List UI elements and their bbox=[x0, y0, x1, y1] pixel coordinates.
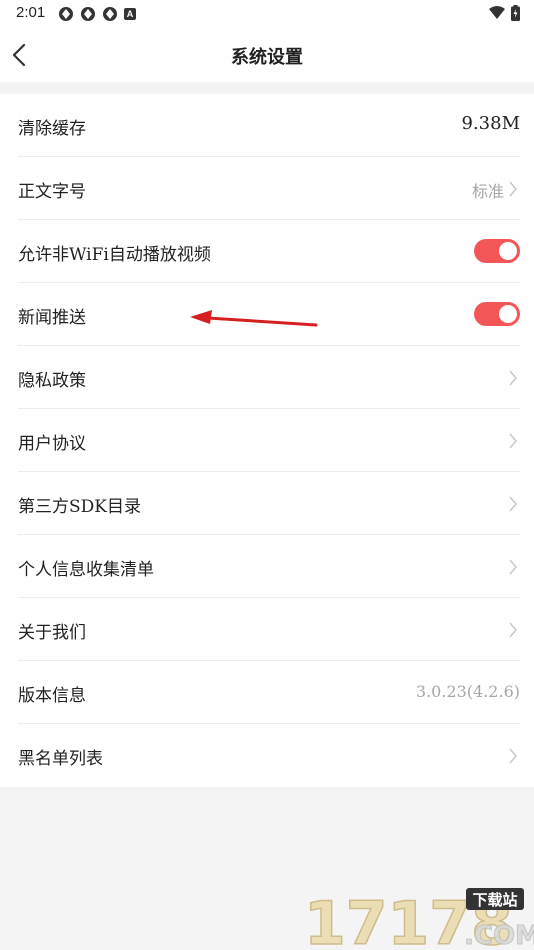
notification-app-icon bbox=[103, 7, 117, 21]
setting-about-us[interactable]: 关于我们 bbox=[18, 598, 520, 661]
watermark-badge: 下载站 bbox=[472, 891, 517, 909]
notification-app-icon bbox=[81, 7, 95, 21]
setting-personal-info-list[interactable]: 个人信息收集清单 bbox=[18, 535, 520, 598]
page-title: 系统设置 bbox=[231, 47, 303, 68]
autoplay-toggle[interactable] bbox=[474, 239, 520, 263]
setting-font-size[interactable]: 正文字号 标准 bbox=[18, 157, 520, 220]
notification-app-icon bbox=[59, 7, 73, 21]
setting-clear-cache[interactable]: 清除缓存 9.38M bbox=[18, 94, 520, 157]
setting-label: 清除缓存 bbox=[18, 119, 86, 139]
chevron-right-icon bbox=[509, 496, 517, 512]
setting-third-party-sdk[interactable]: 第三方SDK目录 bbox=[18, 472, 520, 535]
setting-autoplay-non-wifi: 允许非WiFi自动播放视频 bbox=[18, 220, 520, 283]
chevron-right-icon bbox=[509, 622, 517, 638]
annotation-arrow-icon bbox=[190, 310, 318, 327]
toggle-knob bbox=[499, 242, 517, 260]
setting-label: 第三方SDK目录 bbox=[18, 497, 141, 517]
toggle-knob bbox=[499, 305, 517, 323]
setting-label: 用户协议 bbox=[18, 434, 86, 454]
chevron-right-icon bbox=[509, 370, 517, 386]
setting-label: 个人信息收集清单 bbox=[18, 560, 154, 580]
setting-label: 隐私政策 bbox=[18, 371, 86, 391]
notification-a-icon: A bbox=[124, 8, 136, 20]
settings-list: 清除缓存 9.38M 正文字号 标准 允许非WiFi自动播放视频 新闻推送 隐私… bbox=[0, 94, 534, 787]
setting-label: 黑名单列表 bbox=[18, 749, 103, 769]
notification-icons: A bbox=[58, 6, 136, 22]
system-icons bbox=[489, 5, 520, 21]
news-push-toggle[interactable] bbox=[474, 302, 520, 326]
watermark-suffix: .COM bbox=[464, 921, 534, 950]
chevron-right-icon bbox=[509, 748, 517, 764]
setting-version-info: 版本信息 3.0.23(4.2.6) bbox=[18, 661, 520, 724]
app-header: 系统设置 bbox=[0, 28, 534, 82]
chevron-right-icon bbox=[509, 181, 517, 197]
site-watermark-logo: 17178 下载站 .COM bbox=[304, 888, 534, 950]
setting-label: 版本信息 bbox=[18, 686, 86, 706]
wifi-icon bbox=[489, 6, 505, 19]
setting-blacklist[interactable]: 黑名单列表 bbox=[18, 724, 520, 787]
status-bar: 2:01 A bbox=[0, 0, 534, 28]
chevron-right-icon bbox=[509, 559, 517, 575]
version-value: 3.0.23(4.2.6) bbox=[415, 682, 520, 701]
cache-size-value: 9.38M bbox=[461, 113, 520, 134]
setting-label: 新闻推送 bbox=[18, 308, 86, 328]
status-time: 2:01 bbox=[16, 4, 46, 21]
setting-label: 正文字号 bbox=[18, 182, 86, 202]
font-size-value: 标准 bbox=[471, 182, 504, 201]
setting-privacy-policy[interactable]: 隐私政策 bbox=[18, 346, 520, 409]
setting-label: 关于我们 bbox=[18, 623, 86, 643]
setting-user-agreement[interactable]: 用户协议 bbox=[18, 409, 520, 472]
chevron-right-icon bbox=[509, 433, 517, 449]
setting-label: 允许非WiFi自动播放视频 bbox=[18, 245, 211, 265]
battery-icon bbox=[511, 5, 520, 21]
